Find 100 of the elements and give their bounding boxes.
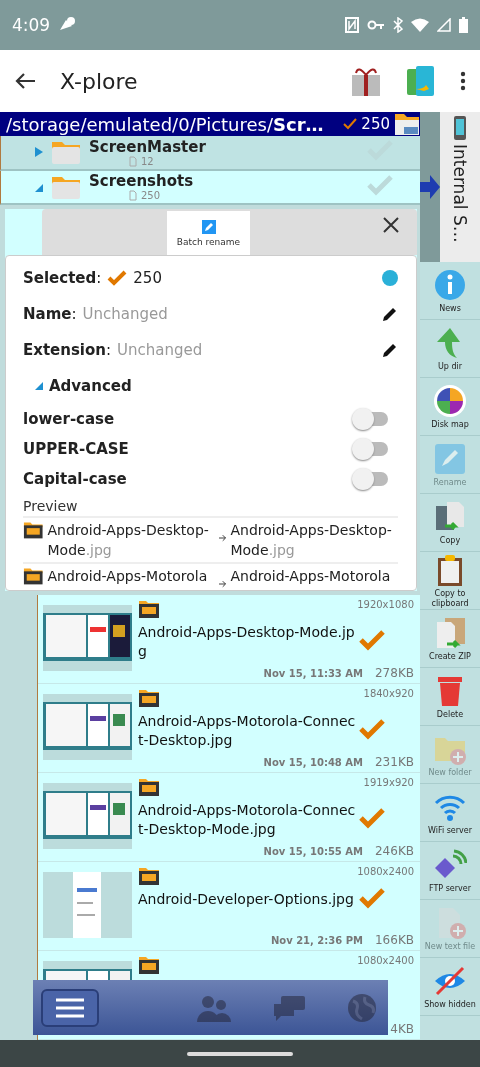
checkmark-icon[interactable] — [358, 807, 386, 829]
file-row[interactable]: 1840x920 Android-Apps-Motorola-Connect-Desktop.jpg Nov 15, 10:48 AM 231KB — [38, 684, 420, 773]
dialog-tab[interactable]: Batch rename — [167, 211, 250, 255]
tool-button[interactable]: News — [420, 262, 480, 320]
image-folder-icon — [23, 566, 44, 586]
collapsed-arrow-icon[interactable] — [35, 147, 43, 158]
arrow-icon — [219, 534, 227, 542]
app-title: X-plore — [60, 68, 139, 94]
preview-name: Android-Apps-Desktop-Mode.jpg — [230, 521, 393, 560]
people-icon — [197, 993, 231, 1022]
pie-chart-icon — [433, 383, 467, 418]
file-size: 246KB — [375, 844, 414, 858]
key-icon — [367, 20, 385, 30]
nfc-icon — [345, 17, 359, 33]
file-size: 166KB — [375, 933, 414, 947]
signal-icon — [437, 18, 451, 32]
tool-button[interactable]: Up dir — [420, 320, 480, 378]
checkmark-icon — [343, 118, 358, 130]
file-size: 4KB — [390, 1022, 414, 1036]
edit-icon — [201, 219, 216, 234]
file-date: Nov 15, 10:55 AM — [263, 846, 363, 857]
file-row[interactable]: 1919x920 Android-Apps-Motorola-Connect-Desktop-Mode.jpg Nov 15, 10:55 AM 246KB — [38, 773, 420, 862]
globe-icon — [347, 992, 377, 1023]
image-dimensions: 1920x1080 — [357, 599, 414, 610]
image-folder-icon — [138, 955, 160, 975]
file-count: 12 — [141, 155, 154, 167]
option-label: Capital-case — [23, 470, 128, 488]
checkmark-icon[interactable] — [358, 886, 386, 909]
wifi-icon — [411, 18, 429, 32]
image-dimensions: 1840x920 — [363, 688, 414, 699]
folder-name: Screenshots — [89, 172, 195, 191]
checkmark-icon[interactable] — [358, 718, 386, 740]
expanded-arrow-icon[interactable] — [35, 382, 43, 390]
file-size: 231KB — [375, 755, 414, 769]
checkmark-icon — [107, 270, 128, 286]
tool-button[interactable]: WiFi server — [420, 784, 480, 842]
more-options-icon[interactable] — [460, 71, 466, 91]
status-time: 4:09 — [12, 15, 51, 35]
arrow-icon — [219, 580, 227, 588]
field-label: Name: — [23, 305, 77, 323]
folder-icon — [51, 139, 81, 166]
tool-button[interactable]: Create ZIP — [420, 610, 480, 668]
image-dimensions: 1080x2400 — [357, 866, 414, 877]
bluetooth-icon — [393, 17, 403, 33]
folder-image-icon — [394, 112, 420, 136]
battery-icon — [459, 17, 468, 33]
path-text: /storage/emulated/0/Pictures/Scr… — [6, 113, 325, 135]
pencil-icon[interactable] — [382, 342, 398, 358]
file-row[interactable]: 1080x2400 Android-Developer-Options.jpg Nov 21, 2:36 PM 166KB — [38, 862, 420, 951]
option-label: lower-case — [23, 410, 116, 428]
file-date: Nov 15, 11:33 AM — [263, 668, 363, 679]
tool-button[interactable]: FTP server — [420, 842, 480, 900]
file-count: 250 — [141, 190, 161, 202]
storage-tab[interactable]: Internal S… — [440, 112, 480, 262]
file-name: Android-Apps-Motorola-Connect-Desktop-Mode.jpg — [138, 801, 357, 839]
pencil-icon[interactable] — [382, 306, 398, 322]
gift-icon[interactable] — [350, 65, 382, 97]
preview-name: Android-Apps-Motorola — [230, 567, 392, 586]
chat-icon — [273, 993, 305, 1022]
file-name: Android-Apps-Motorola-Connect-Desktop.jpg — [138, 712, 357, 750]
image-folder-icon — [138, 688, 160, 708]
selected-label: Selected: — [23, 269, 102, 287]
phones-icon[interactable] — [406, 65, 436, 97]
back-arrow-icon[interactable] — [14, 72, 36, 90]
tool-button[interactable]: Copy — [420, 494, 480, 552]
file-icon — [129, 190, 137, 202]
image-folder-icon — [138, 866, 160, 886]
file-name: Android-Developer-Options.jpg — [138, 890, 355, 909]
image-dimensions: 1919x920 — [363, 777, 414, 788]
pencil-icon — [433, 441, 467, 476]
file-name: Android-Apps-Desktop-Mode.jpg — [138, 623, 356, 661]
info-icon — [433, 267, 467, 302]
home-indicator[interactable] — [187, 1051, 293, 1056]
selected-count: 250 — [133, 269, 163, 287]
advanced-label[interactable]: Advanced — [49, 377, 398, 395]
help-icon[interactable] — [382, 270, 398, 286]
file-date: Nov 21, 2:36 PM — [270, 935, 363, 946]
file-row[interactable]: 1920x1080 Android-Apps-Desktop-Mode.jpg Nov 15, 11:33 AM 278KB — [38, 595, 420, 684]
image-folder-icon — [23, 520, 44, 540]
field-label: Extension: — [23, 341, 112, 359]
folder-name: ScreenMaster — [89, 137, 207, 156]
file-date: Nov 15, 10:48 AM — [263, 757, 363, 768]
selected-count: 250 — [361, 115, 390, 133]
tool-button[interactable]: Disk map — [420, 378, 480, 436]
menu-button[interactable] — [41, 988, 99, 1027]
preview-name: Android-Apps-Desktop-Mode.jpg — [47, 521, 210, 560]
file-icon — [129, 155, 137, 167]
tool-button[interactable]: Show hidden — [420, 958, 480, 1016]
file-size: 278KB — [375, 666, 414, 680]
right-arrow-icon — [420, 174, 440, 200]
tool-button[interactable]: Copy to clipboard — [420, 552, 480, 610]
folder-row[interactable]: ScreenMaster 12 — [0, 136, 420, 171]
tool-button[interactable]: Delete — [420, 668, 480, 726]
folder-row[interactable]: Screenshots 250 — [0, 170, 420, 205]
image-folder-icon — [138, 777, 160, 797]
phone-icon — [454, 116, 466, 140]
checkmark-icon[interactable] — [358, 629, 386, 651]
image-dimensions: 1080x2400 — [357, 955, 414, 966]
checkmark-icon[interactable] — [366, 173, 394, 196]
image-folder-icon — [138, 599, 160, 619]
